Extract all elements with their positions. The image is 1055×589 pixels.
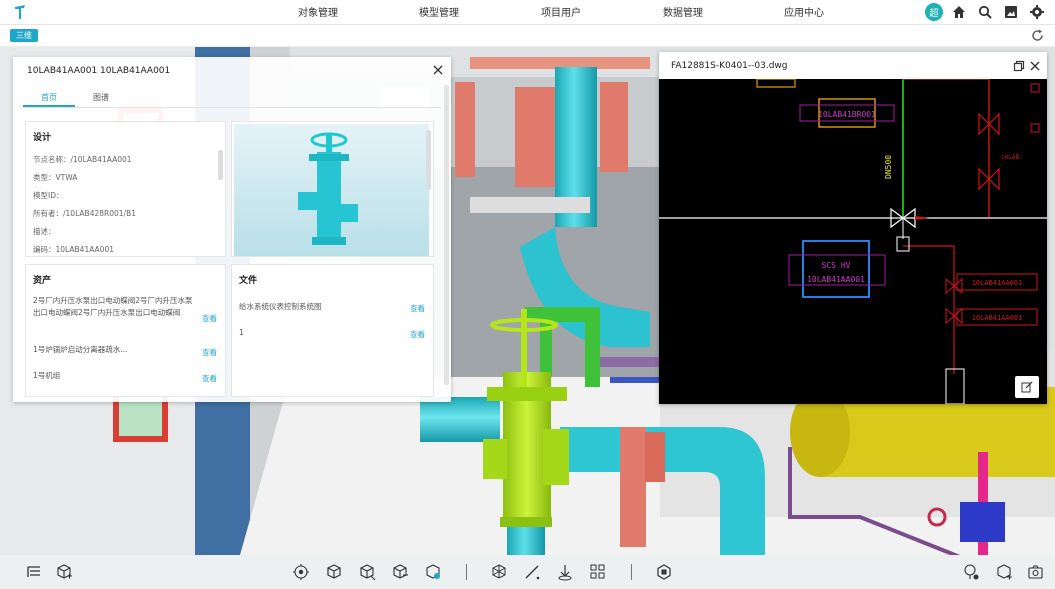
assets-heading: 资产	[33, 276, 52, 286]
tab-divider	[23, 107, 441, 108]
cad-tag-top: 10LAB41BR001	[818, 110, 876, 119]
file-2-view-link[interactable]: 查看	[410, 329, 425, 340]
design-row-code: 编码：10LAB41AA001	[33, 245, 114, 254]
measure-line-icon[interactable]	[523, 563, 541, 581]
dwg-edit-button[interactable]	[1015, 376, 1039, 398]
location-pin-icon[interactable]	[962, 563, 980, 581]
asset-1-view-link[interactable]: 查看	[202, 313, 217, 324]
target-focus-icon[interactable]	[292, 563, 310, 581]
pin-add-icon[interactable]	[995, 563, 1013, 581]
cad-right-tag-2: 10LAB41AA001	[972, 314, 1023, 322]
restore-window-icon[interactable]	[1013, 60, 1025, 72]
cad-valve-tag: SCS HV	[822, 261, 851, 270]
object-info-panel: 10LAB41AA001 10LAB41AA001 首页 图谱 设计 节点名称：…	[13, 57, 451, 402]
nav-data-management[interactable]: 数据管理	[663, 4, 703, 19]
design-row-model-id: 模型ID：	[33, 191, 64, 200]
svg-text:10LAB: 10LAB	[1001, 154, 1019, 161]
view-toolbar: 三维	[0, 25, 1055, 47]
design-row-description: 描述：	[33, 227, 56, 236]
cube-settings-icon[interactable]	[424, 563, 442, 581]
settings-gear-icon[interactable]	[1027, 2, 1047, 22]
screenshot-icon[interactable]	[1001, 2, 1021, 22]
panel-tabs: 首页 图谱	[23, 87, 127, 107]
files-card: 文件 给水系统仪表控制系统图 查看 1 查看	[231, 264, 434, 397]
anchor-point-icon[interactable]	[556, 563, 574, 581]
view-mode-3d-tag[interactable]: 三维	[10, 29, 38, 42]
cube-add-icon[interactable]	[55, 563, 73, 581]
toolbar-divider	[466, 564, 467, 580]
cad-drawing-render: 10LAB41BR001 DN500 10LAB SCS HV 10LAB41A…	[659, 79, 1047, 404]
nav-object-management[interactable]: 对象管理	[298, 4, 338, 19]
dwg-title: FA12881S-K0401--03.dwg	[671, 61, 788, 71]
edit-icon	[1021, 381, 1033, 393]
file-item-2: 1	[239, 328, 244, 337]
assets-card: 资产 2号厂内升压水泵出口电动蝶阀2号厂内升压水泵出口电动蝶阀2号厂内升压水泵出…	[25, 264, 226, 397]
design-scrollbar[interactable]	[218, 150, 223, 180]
grid-apps-icon[interactable]	[589, 563, 607, 581]
dwg-drawing-panel: FA12881S-K0401--03.dwg 10LAB41BR001 DN50…	[659, 52, 1047, 404]
tab-graph[interactable]: 图谱	[75, 87, 127, 107]
tab-home[interactable]: 首页	[23, 87, 75, 107]
design-row-type: 类型：VTWA	[33, 173, 78, 182]
cad-drawing-canvas[interactable]: 10LAB41BR001 DN500 10LAB SCS HV 10LAB41A…	[659, 79, 1047, 404]
asset-item-3: 1号机组	[33, 371, 61, 380]
nav-model-management[interactable]: 模型管理	[419, 4, 459, 19]
model-scrollbar[interactable]	[426, 130, 431, 190]
cad-right-tag-1: 10LAB41AA001	[972, 279, 1023, 287]
cube-view-icon[interactable]	[325, 563, 343, 581]
asset-2-view-link[interactable]: 查看	[202, 347, 217, 358]
section-box-icon[interactable]	[358, 563, 376, 581]
refresh-icon[interactable]	[1030, 28, 1045, 43]
design-heading: 设计	[33, 133, 52, 143]
hexagon-model-icon[interactable]	[655, 563, 673, 581]
nav-app-center[interactable]: 应用中心	[784, 4, 824, 19]
cad-vertical-text: DN500	[884, 155, 893, 179]
design-card: 设计 节点名称：/10LAB41AA001 类型：VTWA 模型ID： 所有者：…	[25, 121, 226, 257]
valve-model-preview[interactable]	[234, 124, 429, 256]
camera-capture-icon[interactable]	[1027, 563, 1045, 581]
file-1-view-link[interactable]: 查看	[410, 303, 425, 314]
panel-scrollbar[interactable]	[444, 85, 449, 385]
design-row-owner: 所有者：/10LAB428R001/B1	[33, 209, 136, 218]
home-icon[interactable]	[949, 2, 969, 22]
isolate-cube-icon[interactable]	[391, 563, 409, 581]
search-icon[interactable]	[975, 2, 995, 22]
file-item-1: 给水系统仪表控制系统图	[239, 302, 322, 311]
toolbar-divider	[631, 564, 632, 580]
app-logo-icon[interactable]	[12, 3, 30, 21]
asset-item-2: 1号炉锅炉启动分离器疏水...	[33, 345, 128, 354]
layers-list-icon[interactable]	[25, 563, 43, 581]
top-navigation-bar: 对象管理 模型管理 项目用户 数据管理 应用中心 超	[0, 0, 1055, 25]
nav-project-users[interactable]: 项目用户	[541, 4, 581, 19]
bottom-toolbar	[0, 555, 1055, 589]
design-row-node-name: 节点名称：/10LAB41AA001	[33, 155, 132, 164]
user-avatar[interactable]: 超	[925, 3, 943, 21]
close-icon[interactable]	[431, 63, 445, 77]
files-heading: 文件	[239, 276, 258, 286]
dwg-close-icon[interactable]	[1029, 60, 1041, 72]
model-card: 模型	[231, 121, 434, 257]
asset-item-1: 2号厂内升压水泵出口电动蝶阀2号厂内升压水泵出口电动蝶阀2号厂内升压水泵出口电动…	[33, 296, 193, 317]
cad-valve-id: 10LAB41AA001	[807, 275, 865, 284]
wireframe-cube-icon[interactable]	[490, 563, 508, 581]
asset-3-view-link[interactable]: 查看	[202, 373, 217, 384]
panel-title: 10LAB41AA001 10LAB41AA001	[27, 66, 171, 76]
